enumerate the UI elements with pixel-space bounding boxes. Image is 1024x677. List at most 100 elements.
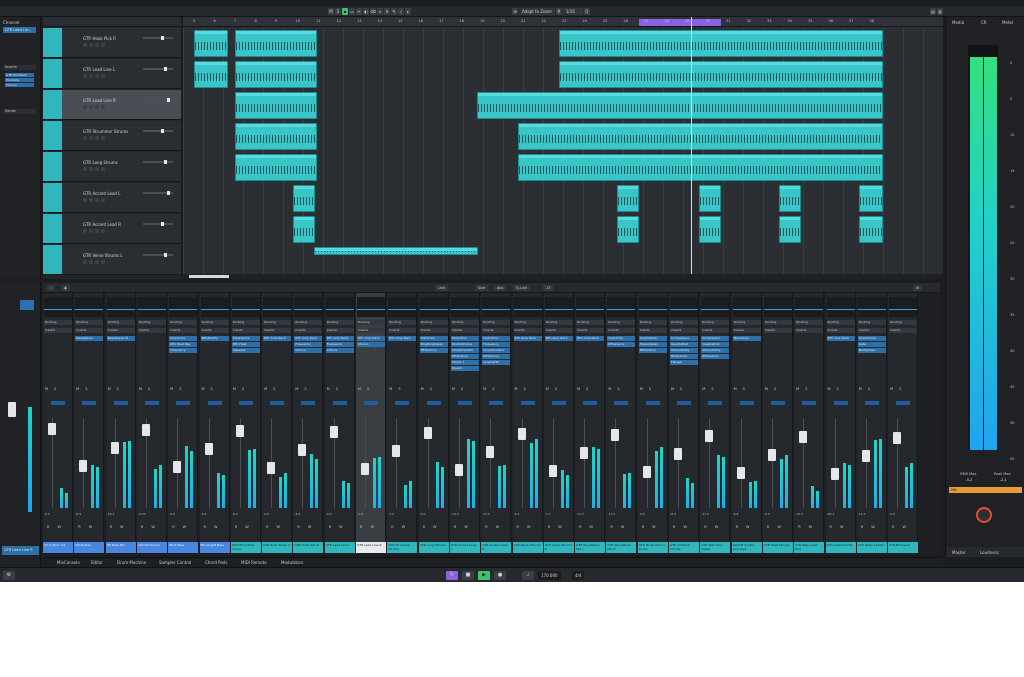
read-button[interactable] (95, 105, 99, 109)
erase-tool-button[interactable]: ⌫ (370, 8, 376, 15)
channel-name[interactable]: GTR Accent Lead R (481, 542, 512, 553)
quantize-icon[interactable]: Q (583, 8, 590, 15)
mute-button[interactable] (83, 198, 87, 202)
insert-slot[interactable]: RTC Amp Rack (388, 336, 417, 341)
channel-eq-curve[interactable] (763, 297, 792, 317)
track-volume-handle[interactable] (161, 222, 164, 226)
pan-control[interactable] (614, 401, 629, 405)
channel-eq-curve[interactable] (638, 297, 667, 317)
channel-edit-icon[interactable] (20, 300, 34, 310)
insert-slot[interactable]: BMoNosFly (200, 336, 229, 341)
channel-eq-curve[interactable] (857, 297, 886, 317)
routing-slot[interactable]: Routing (670, 320, 698, 325)
channel-eq-curve[interactable] (732, 297, 761, 317)
fader-value[interactable]: -0.0 (263, 512, 269, 516)
fader-value[interactable]: -8.0 (670, 512, 676, 516)
solo-button[interactable]: S (555, 387, 557, 391)
mixer-channel[interactable]: Routing Inserts RTC Amp Rack Frequency Choru… (293, 293, 324, 553)
solo-button[interactable]: S (899, 387, 901, 391)
mute-button[interactable]: M (264, 387, 267, 391)
track-name[interactable]: GTR Strummer Strums (83, 129, 128, 134)
inserts-header[interactable]: Inserts (450, 328, 479, 333)
write-button[interactable] (101, 43, 105, 47)
routing-slot[interactable]: Routing (75, 320, 104, 325)
pan-control[interactable] (489, 401, 504, 405)
audio-event[interactable] (699, 216, 721, 243)
channel-fader[interactable] (48, 423, 56, 435)
fader-value[interactable]: -0.0 (169, 512, 175, 516)
write-button[interactable]: W (558, 525, 561, 529)
insert-slot[interactable]: Quadrafuzz (670, 342, 698, 347)
insert-slot[interactable]: REVerence (607, 342, 636, 347)
solo-button[interactable]: S (367, 387, 369, 391)
channel-fader[interactable] (705, 430, 714, 442)
channel-fader[interactable] (361, 463, 369, 475)
channel-eq-curve[interactable] (169, 297, 198, 317)
mixer-channel[interactable]: Routing Inserts BassStereo M S -8.9 R W DR Shake… (74, 293, 105, 553)
mixer-channel[interactable]: Routing Inserts Distortion StudioChorus AmpS… (449, 293, 480, 553)
mute-button[interactable]: M (76, 387, 79, 391)
inserts-header[interactable]: Inserts (826, 328, 855, 333)
pan-control[interactable] (645, 401, 660, 405)
mute-button[interactable]: M (828, 387, 831, 391)
mute-tool-button[interactable]: M (328, 8, 334, 15)
mute-button[interactable]: M (295, 387, 298, 391)
read-button[interactable]: R (892, 525, 894, 529)
channel-fader[interactable] (642, 466, 651, 478)
tab-modulators[interactable]: Modulators (281, 560, 303, 565)
insert-slot[interactable]: REVerence (701, 354, 730, 359)
fader-value[interactable]: -12.7 (858, 512, 866, 516)
track-row[interactable]: GTR Lead Line L (43, 59, 181, 89)
mute-button[interactable]: M (577, 387, 580, 391)
solo-button[interactable]: S (617, 387, 619, 391)
read-button[interactable]: R (329, 525, 331, 529)
inserts-header[interactable]: Inserts (200, 328, 229, 333)
channel-fader[interactable] (329, 426, 338, 438)
mute-button[interactable] (83, 260, 87, 264)
inserts-header[interactable]: Inserts (482, 328, 511, 333)
inserts-header[interactable]: Inserts (388, 328, 417, 333)
channel-fader[interactable] (141, 424, 150, 436)
routing-slot[interactable]: Routing (701, 320, 730, 325)
track-volume-slider[interactable] (143, 222, 173, 226)
track-row[interactable]: GTR Long Strums (43, 152, 181, 182)
insert-slot[interactable]: RTC Amp Rack (325, 336, 354, 341)
insert-slot[interactable]: Overdrive (169, 336, 198, 341)
inserts-header[interactable]: Inserts (576, 328, 605, 333)
read-button[interactable]: R (704, 525, 706, 529)
audio-event[interactable] (779, 185, 801, 212)
channel-fader[interactable] (799, 431, 808, 443)
horizontal-scrollbar[interactable] (183, 274, 943, 279)
audio-event[interactable] (518, 123, 883, 150)
solo-button[interactable] (89, 260, 93, 264)
inserts-header[interactable]: Inserts (638, 328, 667, 333)
write-button[interactable]: W (214, 525, 217, 529)
audio-event[interactable] (779, 216, 801, 243)
fader-value[interactable]: -3.7 (545, 512, 551, 516)
pan-control[interactable] (270, 401, 285, 405)
split-tool-button[interactable]: ✂ (356, 8, 362, 15)
routing-slot[interactable]: Routing (513, 320, 542, 325)
track-volume-handle[interactable] (167, 98, 170, 102)
solo-button[interactable]: S (117, 387, 119, 391)
channel-name[interactable]: GROUP Drums (136, 542, 167, 553)
fader-value[interactable]: -0.0 (44, 512, 50, 516)
mute-button[interactable]: M (139, 387, 142, 391)
inserts-header[interactable]: Inserts (701, 328, 730, 333)
mixer-channel[interactable]: Routing Inserts Maximizer M S -6.8 R W GROUP Syn… (731, 293, 762, 553)
channel-name[interactable]: SYN Main Lead Pad (794, 542, 825, 553)
channel-eq-curve[interactable] (75, 297, 104, 317)
mute-button[interactable] (83, 105, 87, 109)
channel-fader[interactable] (611, 429, 620, 441)
track-volume-slider[interactable] (143, 36, 173, 40)
mute-button[interactable]: M (859, 387, 862, 391)
insert-slot[interactable]: Frequency (325, 342, 354, 347)
mixer-channel[interactable]: Routing Inserts M S -0.0 R W SYN Heat Strings (762, 293, 793, 553)
routing-slot[interactable]: Routing (169, 320, 198, 325)
inserts-header[interactable]: Inserts (263, 328, 292, 333)
routing-slot[interactable]: Routing (607, 320, 636, 325)
write-button[interactable]: W (183, 525, 186, 529)
line-tool-button[interactable]: ∕ (398, 8, 404, 15)
click-icon[interactable]: ♩ (522, 571, 534, 580)
inserts-header[interactable]: Inserts (325, 328, 354, 333)
